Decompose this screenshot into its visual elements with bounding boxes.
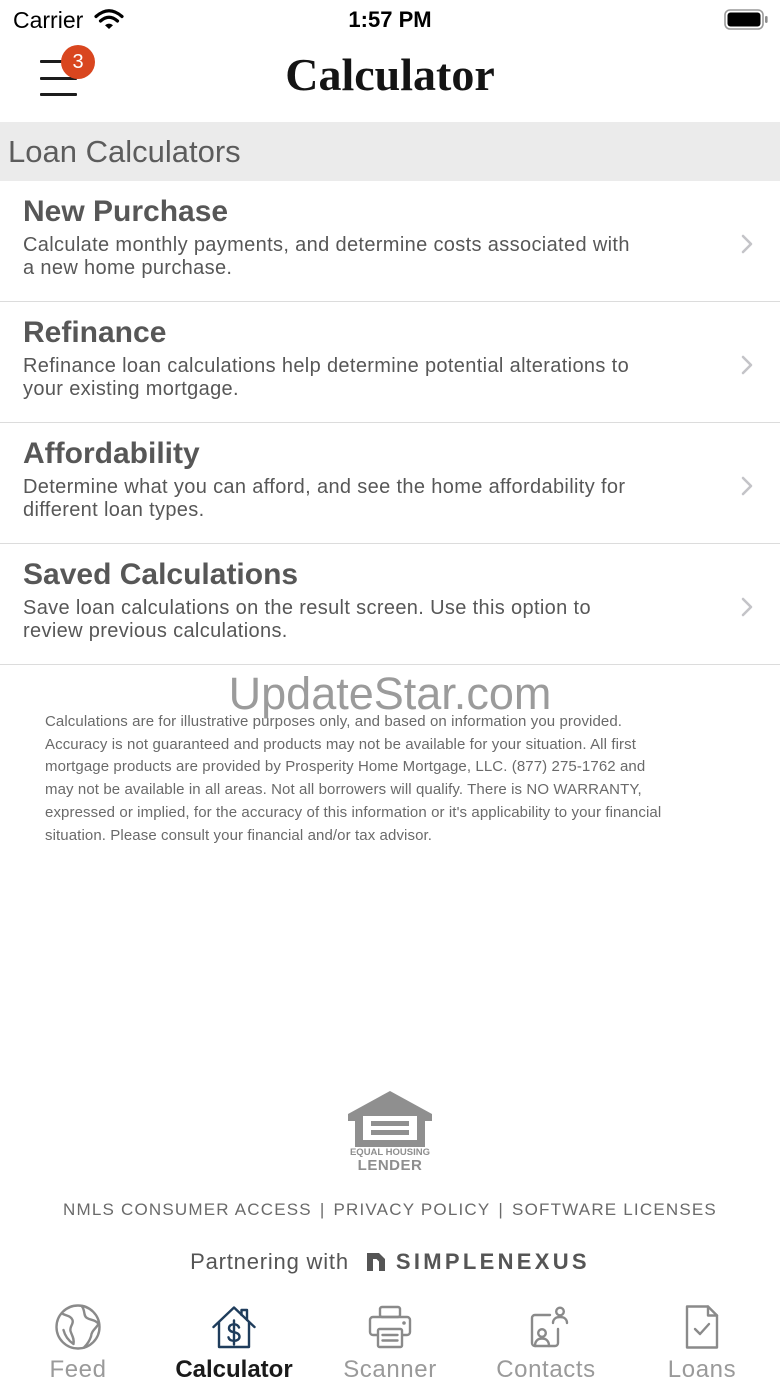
calculator-title: Affordability — [23, 437, 200, 470]
section-title: Loan Calculators — [8, 134, 241, 169]
calculator-row-saved-calculations[interactable]: Saved Calculations Save loan calculation… — [0, 544, 780, 665]
disclaimer-line: situation. Please consult your financial… — [45, 826, 433, 844]
calculator-title: Saved Calculations — [23, 558, 299, 591]
description-line: Refinance loan calculations help determi… — [23, 355, 630, 377]
simplenexus-logo-icon — [366, 1253, 385, 1271]
calculator-row-new-purchase[interactable]: New Purchase Calculate monthly payments,… — [0, 181, 780, 302]
chevron-right-icon — [741, 597, 753, 617]
calculator-title: Refinance — [23, 316, 167, 349]
disclaimer-line: expressed or implied, for the accuracy o… — [45, 803, 662, 821]
tab-feed[interactable]: Feed — [0, 1295, 156, 1387]
description-line: Calculate monthly payments, and determin… — [23, 234, 630, 256]
description-line: your existing mortgage. — [23, 378, 239, 400]
nmls-consumer-access-link[interactable]: NMLS CONSUMER ACCESS — [63, 1197, 312, 1223]
watermark: UpdateStar.com — [228, 668, 552, 719]
tab-calculator[interactable]: Calculator — [156, 1295, 312, 1387]
calculator-description: Calculate monthly payments, and determin… — [23, 234, 630, 280]
partner-row: Partnering with SIMPLENEXUS — [0, 1247, 780, 1277]
globe-icon — [55, 1304, 101, 1350]
footer-links: NMLS CONSUMER ACCESS | PRIVACY POLICY | … — [0, 1197, 780, 1223]
tab-label: Calculator — [175, 1356, 293, 1383]
tab-loans[interactable]: Loans — [624, 1295, 780, 1387]
disclaimer-text: Calculations are for illustrative purpos… — [45, 711, 661, 847]
equal-housing-lender-logo — [348, 1091, 432, 1147]
calculator-description: Refinance loan calculations help determi… — [23, 355, 629, 401]
partner-brand: SIMPLENEXUS — [395, 1249, 590, 1274]
software-licenses-link[interactable]: SOFTWARE LICENSES — [512, 1197, 717, 1223]
status-time: 1:57 PM — [348, 7, 432, 32]
description-line: different loan types. — [23, 499, 205, 521]
house-dollar-icon — [212, 1306, 256, 1349]
tab-label: Scanner — [343, 1356, 437, 1383]
link-separator: | — [319, 1200, 326, 1219]
chevron-right-icon — [741, 355, 753, 375]
printer-icon — [368, 1305, 412, 1349]
tab-label: Contacts — [496, 1356, 596, 1383]
privacy-policy-link[interactable]: PRIVACY POLICY — [333, 1197, 490, 1223]
calculator-row-affordability[interactable]: Affordability Determine what you can aff… — [0, 423, 780, 544]
calculator-list: New Purchase Calculate monthly payments,… — [0, 181, 780, 665]
page-title: Calculator — [285, 49, 495, 100]
description-line: Save loan calculations on the result scr… — [23, 597, 591, 619]
description-line: review previous calculations. — [23, 620, 288, 642]
disclaimer-line: may not be available in all areas. Not a… — [45, 781, 642, 799]
lender-text: LENDER — [357, 1157, 423, 1174]
chevron-right-icon — [741, 476, 753, 496]
tab-label: Feed — [49, 1356, 107, 1383]
document-check-icon — [685, 1305, 719, 1349]
tab-contacts[interactable]: Contacts — [468, 1295, 624, 1387]
calculator-title: New Purchase — [23, 195, 229, 228]
tab-scanner[interactable]: Scanner — [312, 1295, 468, 1387]
tab-bar: Feed Calculator Scanner Contacts Loans — [0, 1295, 780, 1387]
link-separator: | — [498, 1200, 505, 1219]
tab-label: Loans — [667, 1356, 737, 1383]
contacts-icon — [530, 1306, 569, 1348]
description-line: a new home purchase. — [23, 257, 233, 279]
calculator-description: Save loan calculations on the result scr… — [23, 597, 591, 643]
calculator-description: Determine what you can afford, and see t… — [23, 476, 625, 522]
disclaimer-line: Accuracy is not guaranteed and products … — [45, 735, 636, 753]
battery-icon — [724, 9, 768, 30]
chevron-right-icon — [741, 234, 753, 254]
disclaimer-line: mortgage products are provided by Prospe… — [45, 758, 646, 776]
calculator-row-refinance[interactable]: Refinance Refinance loan calculations he… — [0, 302, 780, 423]
description-line: Determine what you can afford, and see t… — [23, 476, 626, 498]
partner-prefix: Partnering with — [190, 1249, 349, 1274]
section-header: Loan Calculators — [0, 122, 780, 181]
